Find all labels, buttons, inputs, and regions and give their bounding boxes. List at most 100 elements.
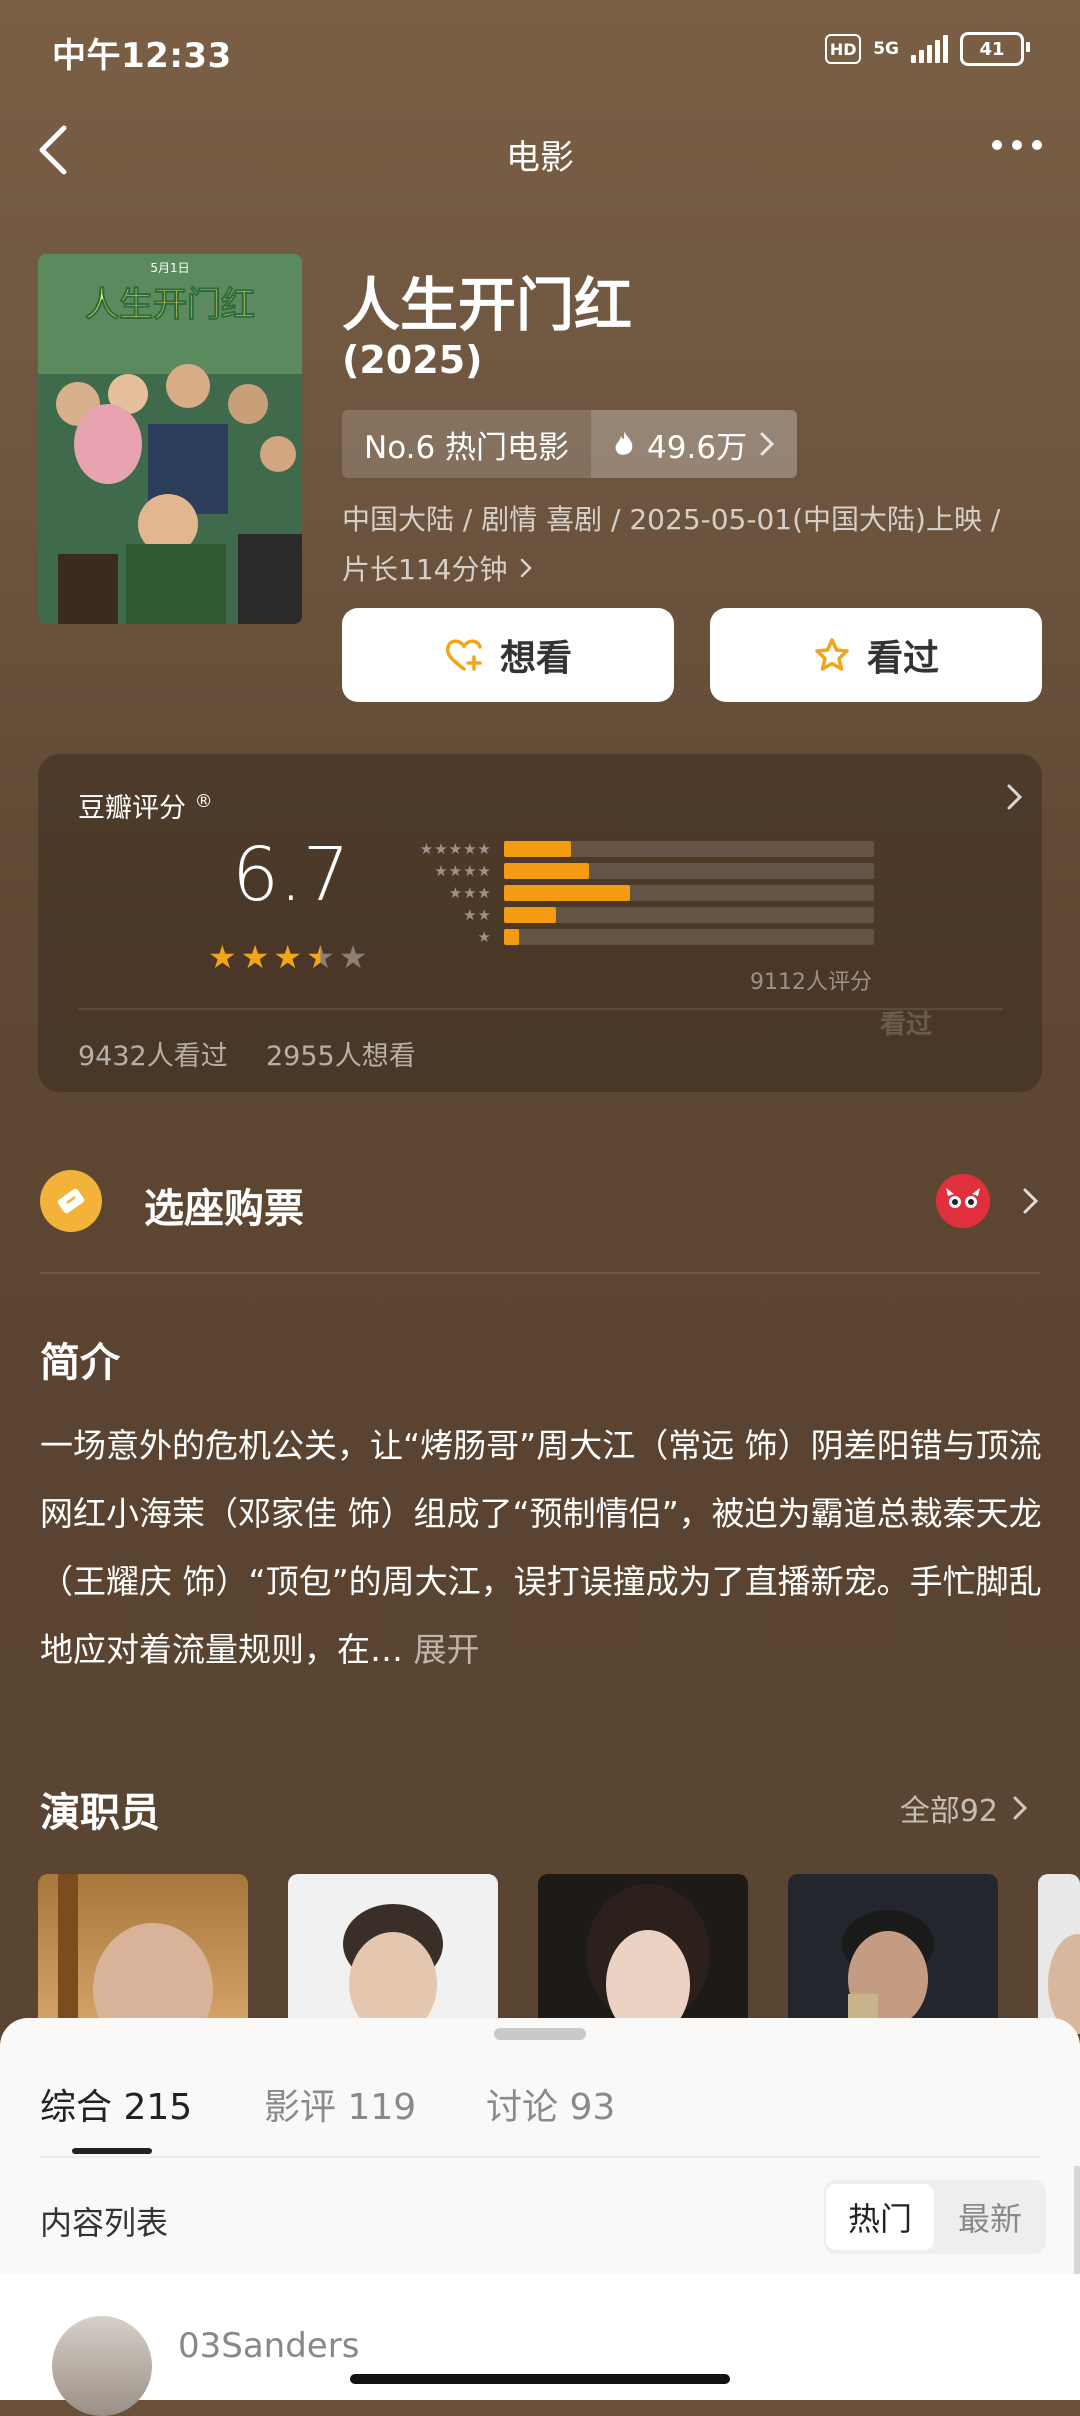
seen-label: 看过 bbox=[866, 638, 939, 679]
rating-dist-track bbox=[504, 841, 874, 857]
star-full-icon: ★ bbox=[240, 938, 270, 976]
rank-chip[interactable]: No.6 热门电影 49.6万 bbox=[342, 410, 798, 478]
rating-dist-row: ★★ bbox=[398, 904, 874, 926]
rating-dist-stars: ★★★★ bbox=[434, 862, 492, 880]
rating-dist-bar bbox=[504, 863, 589, 879]
heat-value: 49.6万 bbox=[647, 429, 748, 466]
nav-title: 电影 bbox=[506, 138, 574, 178]
sort-hot-button[interactable]: 热门 bbox=[826, 2184, 934, 2250]
chevron-right-icon bbox=[760, 432, 775, 456]
comment-username[interactable]: 03Sanders bbox=[178, 2326, 359, 2366]
movie-duration: 片长114分钟 bbox=[342, 553, 508, 586]
expand-link[interactable]: 展开 bbox=[414, 1630, 480, 1669]
rating-dist-bar bbox=[504, 907, 556, 923]
rating-dist-row: ★★★★ bbox=[398, 860, 874, 882]
synopsis-text[interactable]: 一场意外的危机公关，让“烤肠哥”周大江（常远 饰）阴差阳错与顶流网红小海茉（邓家… bbox=[40, 1412, 1044, 1684]
chevron-right-icon bbox=[1023, 1188, 1039, 1214]
divider bbox=[40, 2156, 1040, 2158]
cast-photo[interactable] bbox=[788, 1874, 998, 2034]
sort-new-button[interactable]: 最新 bbox=[938, 2184, 1042, 2250]
tab-count: 215 bbox=[123, 2087, 193, 2128]
registered-mark: ® bbox=[194, 791, 213, 812]
network-label: 5G bbox=[873, 39, 899, 59]
star-outline-icon bbox=[815, 638, 849, 671]
want-label: 想看 bbox=[499, 638, 572, 679]
movie-title: 人生开门红 bbox=[342, 271, 633, 339]
tab-label: 综合 bbox=[40, 2087, 113, 2128]
more-button[interactable] bbox=[992, 140, 1042, 150]
ticket-label[interactable]: 选座购票 bbox=[144, 1176, 304, 1234]
rating-dist-stars: ★★★ bbox=[448, 884, 492, 902]
cast-all-link[interactable]: 全部92 bbox=[900, 1786, 1028, 1830]
star-half-icon: ★ bbox=[306, 938, 335, 976]
chevron-right-icon bbox=[1013, 1796, 1028, 1820]
rating-dist-stars: ★ bbox=[477, 928, 492, 946]
divider bbox=[40, 1272, 1040, 1274]
dot-icon bbox=[1012, 140, 1022, 150]
ticket-glyph-icon bbox=[57, 1188, 85, 1214]
synopsis-title: 简介 bbox=[40, 1340, 120, 1386]
star-full-icon: ★ bbox=[273, 938, 303, 976]
heat-badge: 49.6万 bbox=[591, 410, 798, 478]
avatar[interactable] bbox=[52, 2316, 152, 2416]
cast-all-label: 全部92 bbox=[899, 1794, 998, 1829]
tab-label: 讨论 bbox=[486, 2087, 559, 2128]
rating-dist-bar bbox=[504, 885, 630, 901]
ticket-icon bbox=[40, 1170, 102, 1232]
status-indicators: HD 5G 41 bbox=[825, 32, 1030, 66]
ticket-arrow[interactable] bbox=[1022, 1186, 1040, 1220]
tab-label: 影评 bbox=[264, 2087, 337, 2128]
status-time: 中午12:33 bbox=[52, 36, 232, 76]
cast-portrait bbox=[1048, 1934, 1080, 2034]
active-tab-indicator bbox=[72, 2148, 152, 2154]
rating-dist-track bbox=[504, 863, 874, 879]
sheet-drag-handle[interactable] bbox=[494, 2028, 586, 2040]
divider bbox=[78, 1008, 1003, 1010]
rating-dist-row: ★ bbox=[398, 926, 874, 948]
rating-dist-row: ★★★★★ bbox=[398, 838, 874, 860]
cast-portrait bbox=[343, 1904, 443, 2034]
rating-stars: ★ ★ ★ ★ ★ bbox=[208, 938, 367, 976]
flame-icon bbox=[615, 431, 633, 455]
rank-label: No.6 热门电影 bbox=[342, 410, 592, 478]
star-empty-icon: ★ bbox=[338, 938, 368, 976]
cast-portrait bbox=[842, 1910, 934, 2034]
tab-reviews[interactable]: 影评 119 bbox=[264, 2078, 416, 2130]
movie-year: (2025) bbox=[342, 338, 483, 382]
maoyan-cat-icon bbox=[936, 1174, 990, 1228]
want-button[interactable]: 想看 bbox=[342, 608, 674, 702]
tab-overall[interactable]: 综合 215 bbox=[40, 2078, 192, 2130]
chevron-right-icon bbox=[1007, 784, 1023, 810]
cast-photo[interactable] bbox=[38, 1874, 248, 2034]
cast-photo[interactable] bbox=[538, 1874, 748, 2034]
rating-detail-arrow[interactable] bbox=[1006, 782, 1024, 816]
content-list-label: 内容列表 bbox=[40, 2204, 169, 2242]
seen-button[interactable]: 看过 bbox=[710, 608, 1042, 702]
dot-icon bbox=[1032, 140, 1042, 150]
rating-label: 豆瓣评分 ® bbox=[78, 786, 213, 825]
want-count[interactable]: 2955人想看 bbox=[266, 1034, 416, 1073]
cast-photo[interactable] bbox=[1038, 1874, 1080, 2034]
poster-date: 5月1日 bbox=[150, 261, 189, 275]
rating-dist-stars: ★★ bbox=[463, 906, 492, 924]
rating-count: 9112人评分 bbox=[750, 970, 872, 995]
tab-discussion[interactable]: 讨论 93 bbox=[486, 2078, 615, 2130]
poster-title: 人生开门红 bbox=[85, 285, 255, 325]
synopsis-body: 一场意外的危机公关，让“烤肠哥”周大江（常远 饰）阴差阳错与顶流网红小海茉（邓家… bbox=[40, 1426, 1042, 1669]
rating-dist-track bbox=[504, 907, 874, 923]
cast-title: 演职员 bbox=[40, 1790, 160, 1836]
movie-poster[interactable]: 5月1日 人生开门红 bbox=[38, 254, 302, 624]
poster-art: 5月1日 人生开门红 bbox=[38, 254, 302, 624]
battery-icon: 41 bbox=[960, 32, 1030, 66]
tab-count: 119 bbox=[347, 2087, 417, 2128]
rating-label-text: 豆瓣评分 bbox=[78, 793, 186, 824]
movie-duration-row[interactable]: 片长114分钟 bbox=[342, 548, 533, 588]
rating-score: 6.7 bbox=[232, 832, 350, 918]
seen-count[interactable]: 9432人看过 bbox=[78, 1034, 228, 1073]
chevron-right-icon bbox=[521, 558, 533, 578]
home-indicator[interactable] bbox=[350, 2374, 730, 2384]
rating-dist-track bbox=[504, 885, 874, 901]
rating-dist-track bbox=[504, 929, 874, 945]
rating-dist-row: ★★★ bbox=[398, 882, 874, 904]
cast-photo[interactable] bbox=[288, 1874, 498, 2034]
